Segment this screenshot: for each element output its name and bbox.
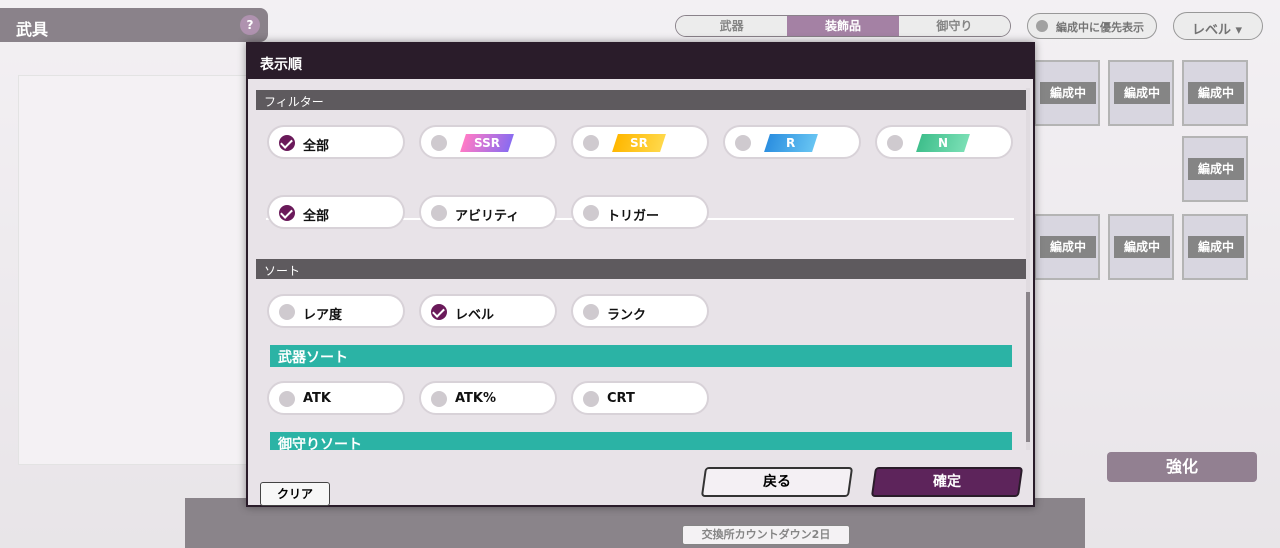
checkbox-icon [279,135,295,151]
scrollbar-thumb[interactable] [1026,292,1030,442]
filter-rarity-sr[interactable]: SR [571,125,709,159]
sort-filter-dialog: 表示順 フィルター 全部 SSR SR R N 全部 アビリティ トリガー ソー… [246,42,1035,507]
filter-section-header: フィルター [256,90,1026,110]
radio-icon [279,304,295,320]
checkbox-icon [431,304,447,320]
weapon-sort-atk[interactable]: ATK [267,381,405,415]
radio-icon [887,135,903,151]
clear-button[interactable]: クリア [260,482,330,506]
radio-icon [735,135,751,151]
sort-rarity[interactable]: レア度 [267,294,405,328]
dialog-title: 表示順 [248,44,1033,79]
r-badge: R [764,134,818,152]
ssr-badge: SSR [460,134,514,152]
filter-rarity-n[interactable]: N [875,125,1013,159]
weapon-sort-crt[interactable]: CRT [571,381,709,415]
weapon-sort-atk-percent[interactable]: ATK% [419,381,557,415]
radio-icon [583,304,599,320]
amulet-sort-header: 御守りソート [270,432,1012,450]
sort-section-header: ソート [256,259,1026,279]
filter-rarity-ssr[interactable]: SSR [419,125,557,159]
filter-type-trigger[interactable]: トリガー [571,195,709,229]
sort-level[interactable]: レベル [419,294,557,328]
filter-type-all[interactable]: 全部 [267,195,405,229]
dialog-scroll-area[interactable]: フィルター 全部 SSR SR R N 全部 アビリティ トリガー ソート レア… [256,88,1026,450]
radio-icon [583,135,599,151]
filter-type-ability[interactable]: アビリティ [419,195,557,229]
radio-icon [279,391,295,407]
filter-rarity-all[interactable]: 全部 [267,125,405,159]
back-button[interactable]: 戻る [700,467,854,497]
filter-rarity-r[interactable]: R [723,125,861,159]
checkbox-icon [279,205,295,221]
radio-icon [431,391,447,407]
radio-icon [431,205,447,221]
radio-icon [431,135,447,151]
sort-rank[interactable]: ランク [571,294,709,328]
n-badge: N [916,134,970,152]
sr-badge: SR [612,134,666,152]
weapon-sort-header: 武器ソート [270,345,1012,367]
radio-icon [583,205,599,221]
confirm-button[interactable]: 確定 [870,467,1024,497]
radio-icon [583,391,599,407]
